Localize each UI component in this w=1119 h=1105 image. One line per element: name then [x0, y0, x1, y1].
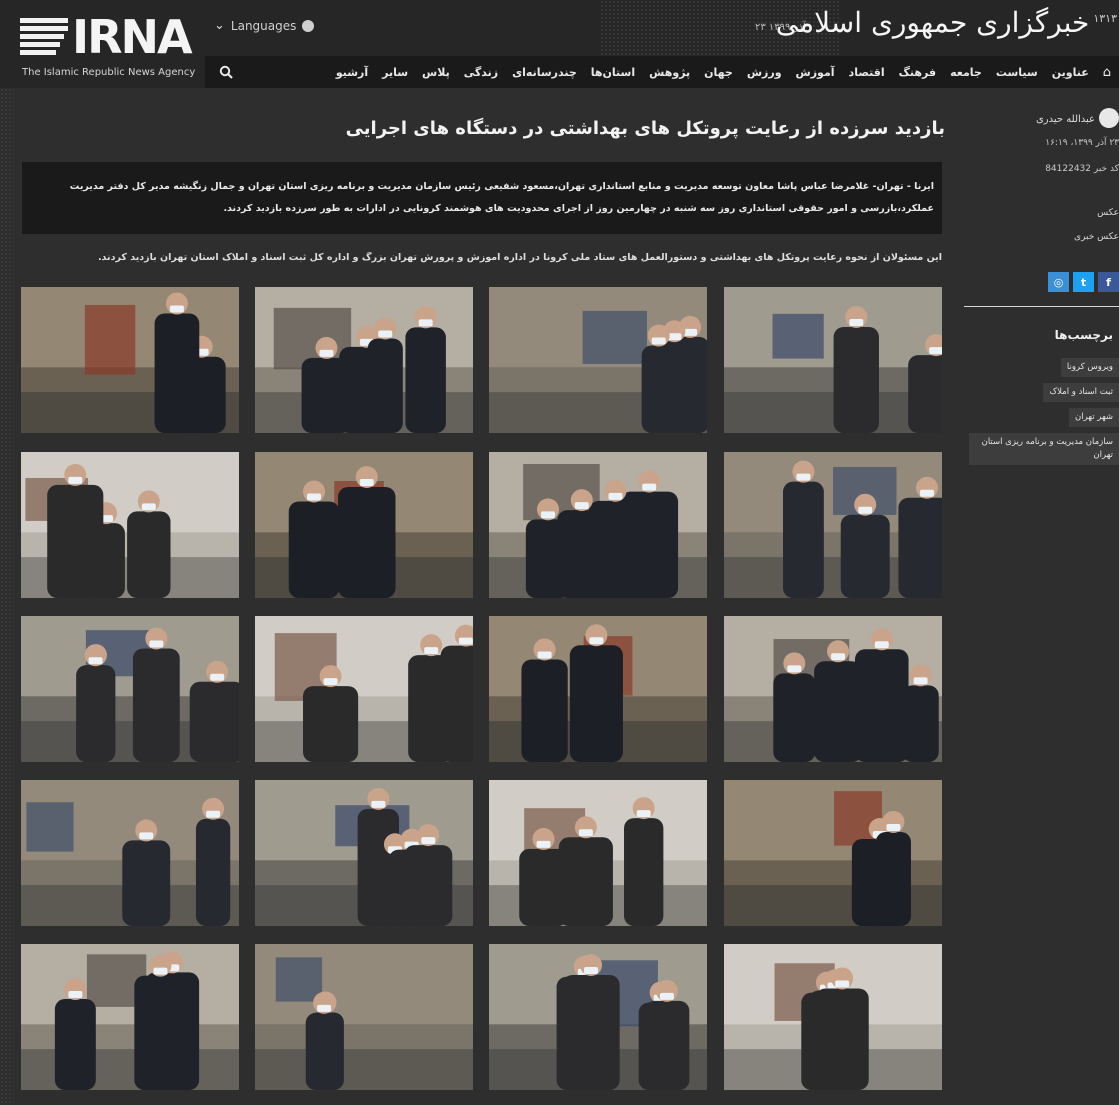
- home-icon[interactable]: ⌂: [1103, 65, 1111, 80]
- gallery-photo[interactable]: [489, 780, 707, 926]
- logo-tagline: The Islamic Republic News Agency: [22, 67, 196, 78]
- twitter-icon[interactable]: t: [1073, 272, 1094, 292]
- nav-item[interactable]: آموزش: [796, 66, 835, 79]
- tag-link[interactable]: ویروس کرونا: [1060, 358, 1119, 377]
- gallery-photo[interactable]: [724, 780, 942, 926]
- nav-item[interactable]: چندرسانه‌ای: [512, 66, 577, 79]
- nav-item[interactable]: سیاست: [996, 66, 1038, 79]
- gallery-photo[interactable]: [489, 287, 707, 433]
- share-buttons: f t ◎: [1048, 272, 1119, 292]
- nav-item[interactable]: جامعه: [950, 66, 982, 79]
- author-avatar[interactable]: [1099, 108, 1119, 128]
- article-body: این مسئولان از نحوه رعایت پروتکل های بهد…: [97, 252, 942, 263]
- tag-link[interactable]: شهر تهران: [1068, 408, 1119, 427]
- gallery-photo[interactable]: [21, 944, 239, 1090]
- divider: [964, 306, 1119, 307]
- nav-item[interactable]: سایر: [382, 66, 408, 79]
- nav-item[interactable]: جهان: [704, 66, 733, 79]
- article-lead: ایرنا - تهران- غلامرضا عباس پاشا معاون ت…: [22, 162, 942, 234]
- gallery-photo[interactable]: [21, 780, 239, 926]
- facebook-icon[interactable]: f: [1098, 272, 1119, 292]
- gallery-photo[interactable]: [724, 616, 942, 762]
- tags-list: ویروس کرونا ثبت اسناد و املاک شهر تهران ساز…: [969, 358, 1119, 471]
- chevron-down-icon: ⌄: [214, 18, 225, 33]
- category-photo-news[interactable]: عکس خبری: [1074, 232, 1119, 242]
- nav-item[interactable]: استان‌ها: [591, 66, 635, 79]
- gallery-photo[interactable]: [489, 452, 707, 598]
- brand-year: ۱۳۱۳: [1093, 11, 1117, 25]
- gallery-photo[interactable]: [255, 287, 473, 433]
- gallery-photo[interactable]: [724, 287, 942, 433]
- gallery-photo[interactable]: [489, 616, 707, 762]
- gallery-photo[interactable]: [21, 287, 239, 433]
- gallery-photo[interactable]: [21, 616, 239, 762]
- nav-item[interactable]: پلاس: [422, 66, 450, 79]
- nav-item[interactable]: پژوهش: [649, 66, 690, 79]
- main-nav: ⌂ عناوین سیاست جامعه فرهنگ اقتصاد آموزش ورزش جه…: [205, 56, 1119, 88]
- article-title: بازدید سرزده از رعایت پروتکل های بهداشتی…: [345, 118, 945, 139]
- nav-item[interactable]: اقتصاد: [849, 66, 885, 79]
- site-header: IRNA The Islamic Republic News Agency ⌄ …: [0, 0, 1119, 88]
- logo-name: IRNA: [72, 10, 193, 64]
- gallery-photo[interactable]: [724, 452, 942, 598]
- languages-menu[interactable]: ⌄ Languages: [214, 18, 315, 33]
- tags-title: برچسب‌ها: [1054, 328, 1113, 342]
- telegram-icon[interactable]: ◎: [1048, 272, 1069, 292]
- nav-item[interactable]: فرهنگ: [899, 66, 936, 79]
- publish-date: ۲۳ آذر ۱۳۹۹، ۱۶:۱۹: [1045, 138, 1119, 148]
- gallery-photo[interactable]: [255, 616, 473, 762]
- tag-link[interactable]: ثبت اسناد و املاک: [1043, 383, 1119, 402]
- gallery-photo[interactable]: [255, 780, 473, 926]
- sidebar: عبدالله حیدری ۲۳ آذر ۱۳۹۹، ۱۶:۱۹ کد خبر …: [962, 96, 1119, 1105]
- tag-link[interactable]: سازمان مدیریت و برنامه ریزی استان تهران: [969, 433, 1119, 465]
- gallery-photo[interactable]: [255, 452, 473, 598]
- category-photo[interactable]: عکس: [1097, 208, 1119, 218]
- brand-name: خبرگزاری جمهوری اسلامی: [775, 6, 1090, 39]
- author-name[interactable]: عبدالله حیدری: [1036, 114, 1095, 125]
- page: IRNA The Islamic Republic News Agency ⌄ …: [0, 0, 1119, 1105]
- news-id: کد خبر 84122432: [1045, 164, 1119, 174]
- irna-logo[interactable]: IRNA The Islamic Republic News Agency: [14, 6, 196, 84]
- gallery-photo[interactable]: [724, 944, 942, 1090]
- gallery-photo[interactable]: [255, 944, 473, 1090]
- nav-item[interactable]: زندگی: [464, 66, 498, 79]
- languages-label: Languages: [230, 18, 297, 33]
- brand-title[interactable]: ۱۳۱۳خبرگزاری جمهوری اسلامی: [776, 6, 1117, 39]
- gallery-photo[interactable]: [489, 944, 707, 1090]
- nav-item[interactable]: ورزش: [747, 66, 782, 79]
- search-icon[interactable]: [219, 65, 233, 79]
- globe-icon: [302, 19, 315, 32]
- gallery-photo[interactable]: [21, 452, 239, 598]
- nav-item[interactable]: عناوین: [1052, 66, 1089, 79]
- nav-item[interactable]: آرشیو: [336, 66, 368, 79]
